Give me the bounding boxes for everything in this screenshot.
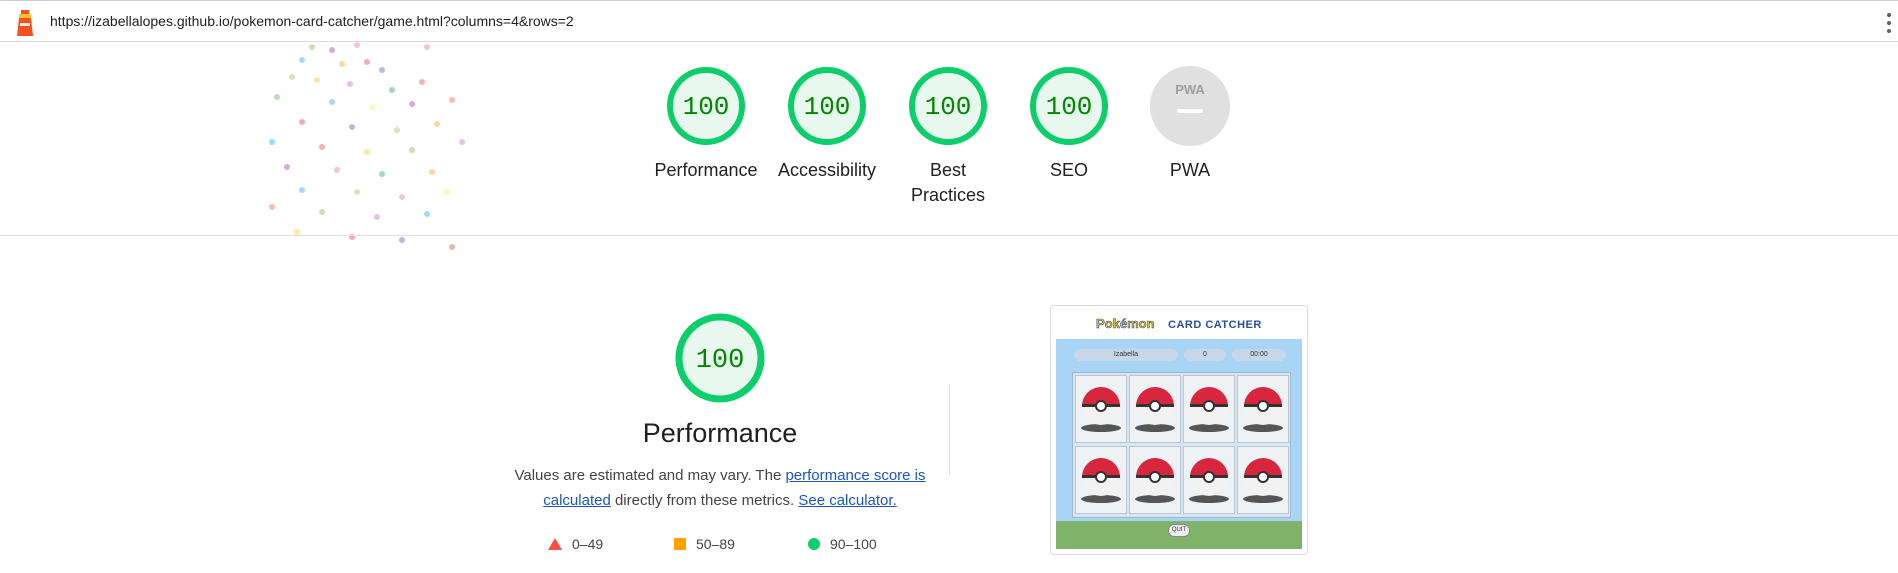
pokeball-icon bbox=[1135, 387, 1175, 432]
card-cell bbox=[1237, 375, 1289, 443]
card-cell bbox=[1075, 375, 1127, 443]
pokeball-icon bbox=[1189, 458, 1229, 503]
player-name: Izabella bbox=[1074, 349, 1178, 361]
score-gauges: 100 Performance 100 Accessibility 100 Be… bbox=[0, 66, 1898, 236]
pwa-text: PWA bbox=[1175, 82, 1205, 97]
gauge-seo[interactable]: 100 SEO bbox=[1009, 66, 1129, 183]
pokeball-icon bbox=[1081, 387, 1121, 432]
desc-text: Values are estimated and may vary. The bbox=[514, 467, 786, 484]
lighthouse-icon bbox=[17, 10, 33, 36]
pokeball-icon bbox=[1189, 387, 1229, 432]
gauge-value: 100 bbox=[1046, 92, 1093, 122]
performance-description: Values are estimated and may vary. The p… bbox=[510, 463, 930, 513]
url-bar: https://izabellalopes.github.io/pokemon-… bbox=[0, 0, 1898, 42]
more-options-icon[interactable] bbox=[1886, 13, 1892, 33]
fail-triangle-icon bbox=[548, 538, 562, 550]
card-cell bbox=[1129, 375, 1181, 443]
average-square-icon bbox=[674, 538, 686, 550]
pokeball-icon bbox=[1243, 387, 1283, 432]
card-cell bbox=[1183, 446, 1235, 514]
legend-fail: 0–49 bbox=[548, 536, 603, 552]
gauge-pwa[interactable]: PWA PWA bbox=[1130, 66, 1250, 183]
quit-button: QUIT bbox=[1168, 524, 1190, 537]
gauge-label: PWA bbox=[1169, 160, 1211, 180]
gauge-ring: 100 bbox=[909, 67, 987, 145]
pokeball-icon bbox=[1135, 458, 1175, 503]
legend-pass-label: 90–100 bbox=[830, 536, 877, 552]
gauge-value: 100 bbox=[925, 92, 972, 122]
card-cell bbox=[1129, 446, 1181, 514]
game-area: Izabella 0 00:00 QUIT bbox=[1056, 339, 1302, 549]
desc-text: directly from these metrics. bbox=[610, 492, 799, 509]
vertical-divider bbox=[949, 385, 950, 475]
gauge-label: Accessibility bbox=[777, 160, 877, 180]
gauge-performance[interactable]: 100 Performance bbox=[646, 66, 766, 183]
legend-average-label: 50–89 bbox=[696, 536, 735, 552]
timer: 00:00 bbox=[1232, 349, 1286, 361]
pokeball-icon bbox=[1243, 458, 1283, 503]
gauge-value: 100 bbox=[804, 92, 851, 122]
card-cell bbox=[1075, 446, 1127, 514]
card-cell bbox=[1237, 446, 1289, 514]
final-screenshot[interactable]: Pokémon CARD CATCHER Izabella 0 00:00 QU… bbox=[1050, 305, 1308, 555]
card-cell bbox=[1183, 375, 1235, 443]
legend-pass: 90–100 bbox=[808, 536, 877, 552]
pokemon-logo: Pokémon bbox=[1096, 316, 1155, 332]
performance-section: 100 Performance Values are estimated and… bbox=[500, 312, 940, 513]
see-calculator-link[interactable]: See calculator. bbox=[798, 492, 896, 509]
legend-fail-label: 0–49 bbox=[572, 536, 604, 552]
performance-score: 100 bbox=[696, 346, 745, 376]
gauge-best-practices[interactable]: 100 Best Practices bbox=[888, 66, 1008, 208]
page-url[interactable]: https://izabellalopes.github.io/pokemon-… bbox=[50, 13, 574, 29]
pwa-badge-icon: PWA bbox=[1150, 66, 1230, 146]
section-divider bbox=[0, 235, 1898, 236]
score-counter: 0 bbox=[1184, 349, 1226, 361]
pokeball-icon bbox=[1081, 458, 1121, 503]
gauge-label: Best Practices bbox=[910, 160, 986, 205]
gauge-ring: 100 bbox=[788, 67, 866, 145]
legend-average: 50–89 bbox=[674, 536, 735, 552]
gauge-label: Performance bbox=[654, 160, 758, 180]
gauge-ring: 100 bbox=[667, 67, 745, 145]
gauge-ring: 100 bbox=[1030, 67, 1108, 145]
pass-circle-icon bbox=[808, 538, 820, 550]
card-board bbox=[1072, 372, 1291, 518]
gauge-value: 100 bbox=[683, 92, 730, 122]
card-catcher-title: CARD CATCHER bbox=[1168, 319, 1262, 331]
performance-gauge: 100 bbox=[675, 313, 765, 403]
gauge-label: SEO bbox=[1049, 160, 1088, 180]
performance-title: Performance bbox=[642, 418, 798, 448]
gauge-accessibility[interactable]: 100 Accessibility bbox=[767, 66, 887, 183]
game-hud: Izabella 0 00:00 bbox=[1074, 349, 1286, 363]
